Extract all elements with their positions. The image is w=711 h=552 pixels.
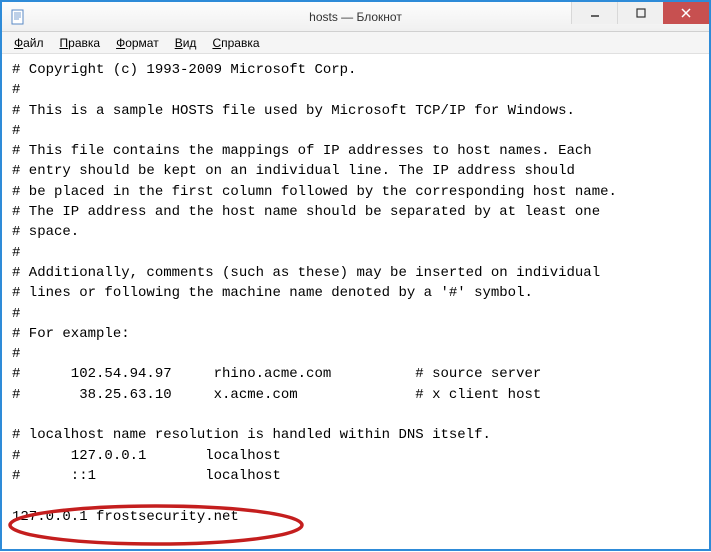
titlebar: hosts — Блокнот — [2, 2, 709, 32]
menubar: Файл Правка Формат Вид Справка — [2, 32, 709, 54]
maximize-button[interactable] — [617, 2, 663, 24]
menu-help[interactable]: Справка — [204, 34, 267, 52]
minimize-button[interactable] — [571, 2, 617, 24]
window-title: hosts — Блокнот — [309, 10, 402, 24]
close-button[interactable] — [663, 2, 709, 24]
menu-file[interactable]: Файл — [6, 34, 52, 52]
window-controls — [571, 2, 709, 24]
menu-edit[interactable]: Правка — [52, 34, 109, 52]
menu-format[interactable]: Формат — [108, 34, 167, 52]
notepad-icon — [10, 9, 26, 25]
menu-view[interactable]: Вид — [167, 34, 205, 52]
text-editor-content[interactable]: # Copyright (c) 1993-2009 Microsoft Corp… — [2, 54, 709, 549]
